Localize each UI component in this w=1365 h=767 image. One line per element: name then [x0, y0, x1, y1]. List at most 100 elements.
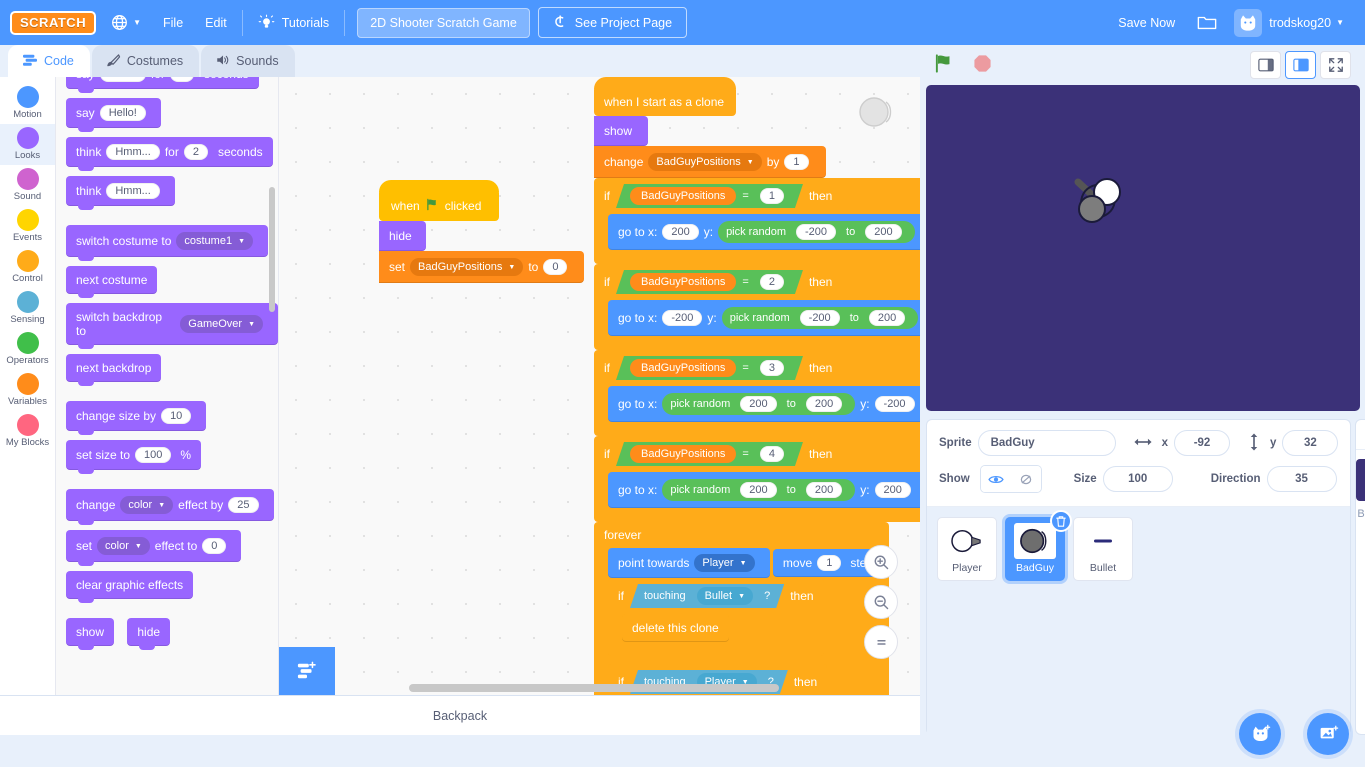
operator-equals[interactable]: BadGuyPositions = 4	[616, 442, 803, 466]
palette-block-switch-costume[interactable]: switch costume to costume1 ▼	[66, 225, 269, 261]
trash-icon[interactable]	[1050, 510, 1072, 532]
stop-icon[interactable]	[973, 54, 992, 76]
stage-canvas[interactable]	[925, 85, 1360, 411]
block-change-variable[interactable]: change BadGuyPositions ▼ by 1	[594, 146, 826, 178]
hat-when-flag-clicked[interactable]: when clicked	[379, 180, 500, 221]
category-my-blocks[interactable]: My Blocks	[0, 411, 55, 452]
canvas-horizontal-scrollbar[interactable]	[409, 684, 779, 692]
variable-dropdown[interactable]: BadGuyPositions ▼	[648, 153, 762, 171]
random-from-input[interactable]: 200	[740, 396, 777, 412]
eye-icon[interactable]	[980, 466, 1011, 492]
x-input[interactable]: -92	[1174, 430, 1230, 456]
block-text-input[interactable]: Hello!	[99, 105, 146, 121]
block-hide[interactable]: hide	[379, 221, 426, 251]
category-operators[interactable]: Operators	[0, 329, 55, 370]
point-target-dropdown[interactable]: Player ▼	[694, 554, 755, 572]
block-palette[interactable]: say Hello! for 2 seconds say Hello! thin…	[56, 77, 279, 695]
operator-pick-random[interactable]: pick random 200 to 200	[662, 479, 856, 501]
variable-reporter[interactable]: BadGuyPositions	[630, 273, 736, 291]
block-text-input[interactable]: Hmm...	[106, 144, 160, 160]
operator-pick-random[interactable]: pick random -200 to 200	[721, 307, 919, 329]
palette-block-say[interactable]: say Hello!	[66, 98, 161, 132]
script-canvas[interactable]: when clicked hide set BadGuyPositions ▼ …	[279, 77, 920, 695]
sprite-name-input[interactable]: BadGuy	[977, 430, 1116, 456]
block-number-input[interactable]: 100	[135, 447, 172, 463]
menu-tutorials[interactable]: Tutorials	[247, 0, 340, 45]
palette-block-think-for[interactable]: think Hmm... for 2 seconds	[66, 137, 273, 171]
tab-sounds[interactable]: Sounds	[201, 45, 295, 77]
sensing-touching[interactable]: touching Bullet ▼ ?	[630, 584, 784, 608]
eye-slash-icon[interactable]	[1010, 466, 1041, 492]
block-go-to-xy[interactable]: go to x: 200 y: pick random -200 to 200	[608, 214, 920, 250]
block-number-input[interactable]: 1	[784, 154, 809, 170]
operator-equals[interactable]: BadGuyPositions = 2	[616, 270, 803, 294]
block-if-badguypositions-1[interactable]: if BadGuyPositions = 1 then go to x: 200…	[594, 178, 920, 264]
palette-block-hide[interactable]: hide	[127, 618, 171, 650]
costume-dropdown[interactable]: costume1 ▼	[176, 232, 254, 250]
palette-scrollbar[interactable]	[269, 187, 275, 312]
direction-input[interactable]: 35	[1266, 466, 1337, 492]
palette-block-next-backdrop[interactable]: next backdrop	[66, 354, 162, 386]
category-motion[interactable]: Motion	[0, 83, 55, 124]
fullscreen-icon[interactable]	[1320, 51, 1351, 79]
category-sound[interactable]: Sound	[0, 165, 55, 206]
block-number-input[interactable]: 10	[161, 408, 192, 424]
block-number-input[interactable]: 0	[543, 259, 568, 275]
operator-equals[interactable]: BadGuyPositions = 1	[616, 184, 803, 208]
variable-reporter[interactable]: BadGuyPositions	[630, 187, 736, 205]
tab-costumes[interactable]: Costumes	[91, 45, 200, 77]
category-sensing[interactable]: Sensing	[0, 288, 55, 329]
random-to-input[interactable]: 200	[805, 396, 843, 412]
random-to-input[interactable]: 200	[805, 482, 843, 498]
effect-dropdown[interactable]: color ▼	[120, 496, 174, 514]
random-from-input[interactable]: -200	[799, 310, 840, 326]
block-number-input[interactable]: 2	[183, 144, 208, 160]
variable-reporter[interactable]: BadGuyPositions	[630, 359, 736, 377]
large-stage-icon[interactable]	[1285, 51, 1316, 79]
menu-edit[interactable]: Edit	[194, 0, 238, 45]
palette-block-change-effect[interactable]: change color ▼ effect by 25	[66, 489, 274, 525]
effect-dropdown[interactable]: color ▼	[97, 537, 150, 555]
y-input[interactable]: 200	[874, 482, 911, 498]
block-if-badguypositions-3[interactable]: if BadGuyPositions = 3 then go to x: pic…	[594, 350, 920, 436]
stage-thumbnail[interactable]	[1356, 459, 1365, 501]
choose-sprite-button[interactable]	[1239, 713, 1281, 755]
block-go-to-xy[interactable]: go to x: pick random 200 to 200 y: 200	[608, 472, 920, 508]
y-input[interactable]: 32	[1282, 430, 1339, 456]
variable-dropdown[interactable]: BadGuyPositions ▼	[410, 258, 524, 276]
add-extension-button[interactable]	[279, 647, 335, 695]
account-menu[interactable]: trodskog20 ▼	[1228, 0, 1355, 45]
block-number-input[interactable]: 0	[202, 538, 227, 554]
palette-block-set-size[interactable]: set size to 100 %	[66, 440, 202, 474]
random-to-input[interactable]: 200	[868, 310, 906, 326]
project-title-input[interactable]: 2D Shooter Scratch Game	[357, 7, 530, 38]
random-to-input[interactable]: 200	[865, 224, 902, 240]
category-variables[interactable]: Variables	[0, 370, 55, 411]
block-number-input[interactable]: 2	[760, 274, 784, 290]
random-from-input[interactable]: 200	[740, 482, 777, 498]
touching-target-dropdown[interactable]: Bullet ▼	[697, 587, 753, 605]
sprite-card-badguy[interactable]: BadGuy	[1005, 510, 1072, 581]
operator-pick-random[interactable]: pick random 200 to 200	[662, 393, 856, 415]
steps-input[interactable]: 1	[817, 555, 842, 571]
x-input[interactable]: -200	[662, 310, 703, 326]
backdrop-dropdown[interactable]: GameOver ▼	[180, 315, 263, 333]
palette-block-show[interactable]: show	[66, 618, 115, 650]
green-flag-icon[interactable]	[934, 53, 955, 77]
zoom-reset-icon[interactable]	[864, 625, 898, 659]
block-go-to-xy[interactable]: go to x: -200 y: pick random -200 to 200	[608, 300, 920, 336]
small-stage-icon[interactable]	[1250, 51, 1281, 79]
block-number-input[interactable]: 4	[760, 446, 784, 462]
block-number-input[interactable]: 1	[760, 188, 784, 204]
block-if-badguypositions-4[interactable]: if BadGuyPositions = 4 then go to x: pic…	[594, 436, 920, 522]
stage-sprite-badguy[interactable]	[1066, 170, 1128, 235]
script-when-flag-clicked[interactable]: when clicked hide set BadGuyPositions ▼ …	[379, 180, 585, 283]
y-input[interactable]: -200	[874, 396, 915, 412]
block-forever[interactable]: forever point towards Player ▼ move 1 if…	[594, 522, 889, 695]
my-stuff-button[interactable]	[1186, 0, 1228, 45]
variable-reporter[interactable]: BadGuyPositions	[630, 445, 736, 463]
palette-block-say-for[interactable]: say Hello! for 2 seconds	[66, 77, 259, 93]
block-point-towards[interactable]: point towards Player ▼	[608, 548, 770, 578]
scratch-logo[interactable]: SCRATCH	[10, 10, 97, 35]
block-number-input[interactable]: 3	[760, 360, 784, 376]
